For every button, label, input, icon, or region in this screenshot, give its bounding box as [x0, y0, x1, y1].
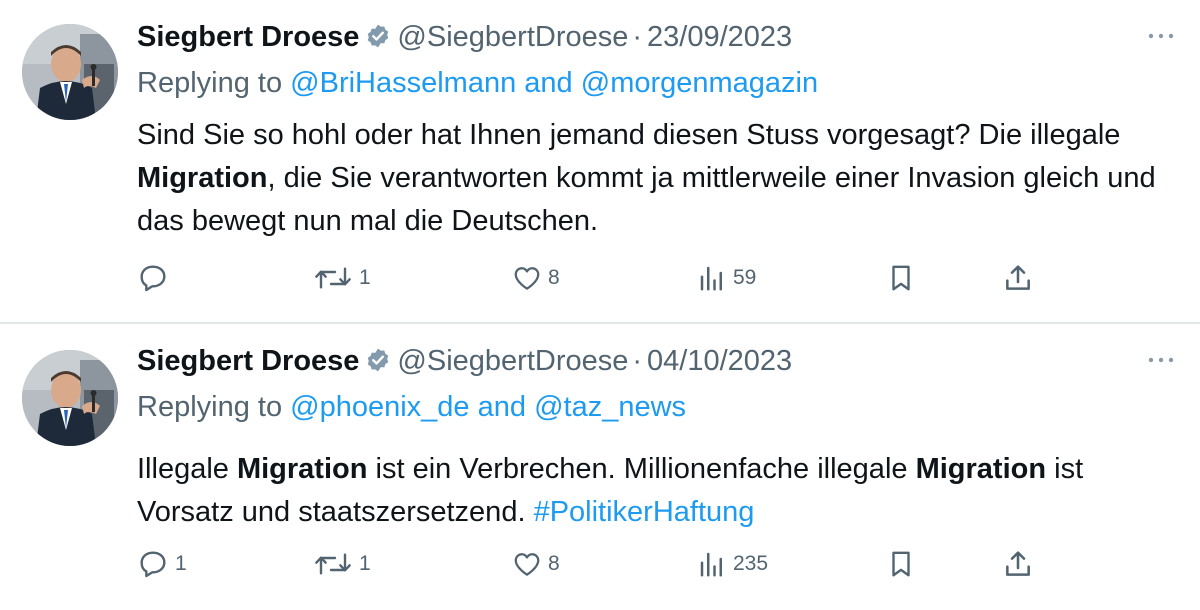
- tweet-feed: Siegbert Droese @SiegbertDroese · 23/09/20…: [0, 0, 1200, 610]
- bookmark-icon: [892, 551, 910, 577]
- verified-badge-icon: [368, 348, 389, 372]
- like-button[interactable]: 8: [512, 258, 560, 298]
- replying-and[interactable]: and: [524, 67, 572, 99]
- bookmark-button[interactable]: [886, 544, 916, 584]
- bookmark-button[interactable]: [886, 258, 916, 298]
- replying-to-label: Replying to: [137, 67, 283, 99]
- tweet-text-bold: Migration: [915, 453, 1047, 485]
- hashtag-link[interactable]: #PolitikerHaftung: [534, 496, 755, 528]
- tweet-text-part: Illegale: [137, 453, 237, 485]
- mention-link[interactable]: @taz_news: [534, 391, 686, 423]
- reply-count: 1: [175, 552, 187, 575]
- avatar[interactable]: [22, 24, 118, 120]
- replying-to-label: Replying to: [137, 391, 283, 423]
- share-button[interactable]: [1002, 544, 1034, 584]
- tweet-date[interactable]: 04/10/2023: [647, 345, 792, 377]
- reply-icon: [140, 551, 166, 578]
- like-count: 8: [548, 266, 560, 289]
- mention-link[interactable]: @morgenmagazin: [581, 67, 818, 99]
- author-handle[interactable]: @SiegbertDroese: [397, 21, 628, 53]
- tweet-text-part: , die Sie verantworten kommt ja mittlerw…: [137, 162, 1156, 237]
- share-button[interactable]: [1002, 258, 1034, 298]
- action-bar: 1 1 8 235: [0, 544, 1200, 584]
- tweet-date[interactable]: 23/09/2023: [647, 21, 792, 53]
- views-button[interactable]: 235: [697, 544, 768, 584]
- avatar-photo: [22, 350, 118, 446]
- repost-button[interactable]: 1: [313, 544, 371, 584]
- verified-badge-icon: [368, 24, 389, 48]
- tweet[interactable]: Siegbert Droese @SiegbertDroese · 23/09/20…: [0, 0, 1200, 322]
- action-bar: 1 8 59: [0, 258, 1200, 298]
- like-button[interactable]: 8: [512, 544, 560, 584]
- avatar[interactable]: [22, 350, 118, 446]
- views-icon: [700, 266, 722, 291]
- share-icon: [1006, 265, 1030, 290]
- tweet-text-bold: Migration: [236, 453, 368, 485]
- tweet-header: Siegbert Droese @SiegbertDroese · 23/09/20…: [137, 18, 792, 56]
- tweet-text-part: ist ein Verbrechen. Millionenfache illeg…: [367, 453, 916, 485]
- author-name[interactable]: Siegbert Droese: [137, 345, 359, 377]
- repost-button[interactable]: 1: [313, 258, 371, 298]
- bookmark-icon: [892, 265, 910, 291]
- views-button[interactable]: 59: [697, 258, 756, 298]
- separator-dot: ·: [632, 21, 643, 53]
- repost-icon: [315, 267, 351, 289]
- replying-to: Replying to @BriHasselmann and @morgenma…: [137, 64, 818, 102]
- repost-icon: [315, 553, 351, 575]
- share-icon: [1006, 551, 1030, 576]
- views-count: 235: [733, 552, 769, 575]
- mention-link[interactable]: @BriHasselmann: [290, 67, 516, 99]
- like-count: 8: [548, 552, 560, 575]
- reply-button[interactable]: 1: [137, 544, 187, 584]
- tweet-text: Illegale Migration ist ein Verbrechen. M…: [137, 448, 1157, 534]
- more-icon[interactable]: [1144, 26, 1178, 46]
- author-handle[interactable]: @SiegbertDroese: [397, 345, 628, 377]
- views-icon: [700, 552, 722, 577]
- reply-icon: [140, 265, 166, 292]
- avatar-photo: [22, 24, 118, 120]
- replying-to: Replying to @phoenix_de and @taz_news: [137, 388, 686, 426]
- like-icon: [514, 553, 540, 576]
- tweet-header: Siegbert Droese @SiegbertDroese · 04/10/20…: [137, 342, 792, 380]
- repost-count: 1: [359, 266, 371, 289]
- reply-button[interactable]: [137, 258, 175, 298]
- separator-dot: ·: [632, 345, 643, 377]
- tweet-text: Sind Sie so hohl oder hat Ihnen jemand d…: [137, 114, 1157, 243]
- tweet-text-part: Sind Sie so hohl oder hat Ihnen jemand d…: [137, 119, 1121, 151]
- replying-and[interactable]: and: [478, 391, 526, 423]
- views-count: 59: [733, 266, 757, 289]
- more-icon[interactable]: [1144, 350, 1178, 370]
- tweet-text-bold: Migration: [137, 162, 268, 194]
- like-icon: [514, 267, 540, 290]
- author-name[interactable]: Siegbert Droese: [137, 21, 359, 53]
- tweet[interactable]: Siegbert Droese @SiegbertDroese · 04/10/20…: [0, 324, 1200, 610]
- mention-link[interactable]: @phoenix_de: [290, 391, 469, 423]
- repost-count: 1: [359, 552, 371, 575]
